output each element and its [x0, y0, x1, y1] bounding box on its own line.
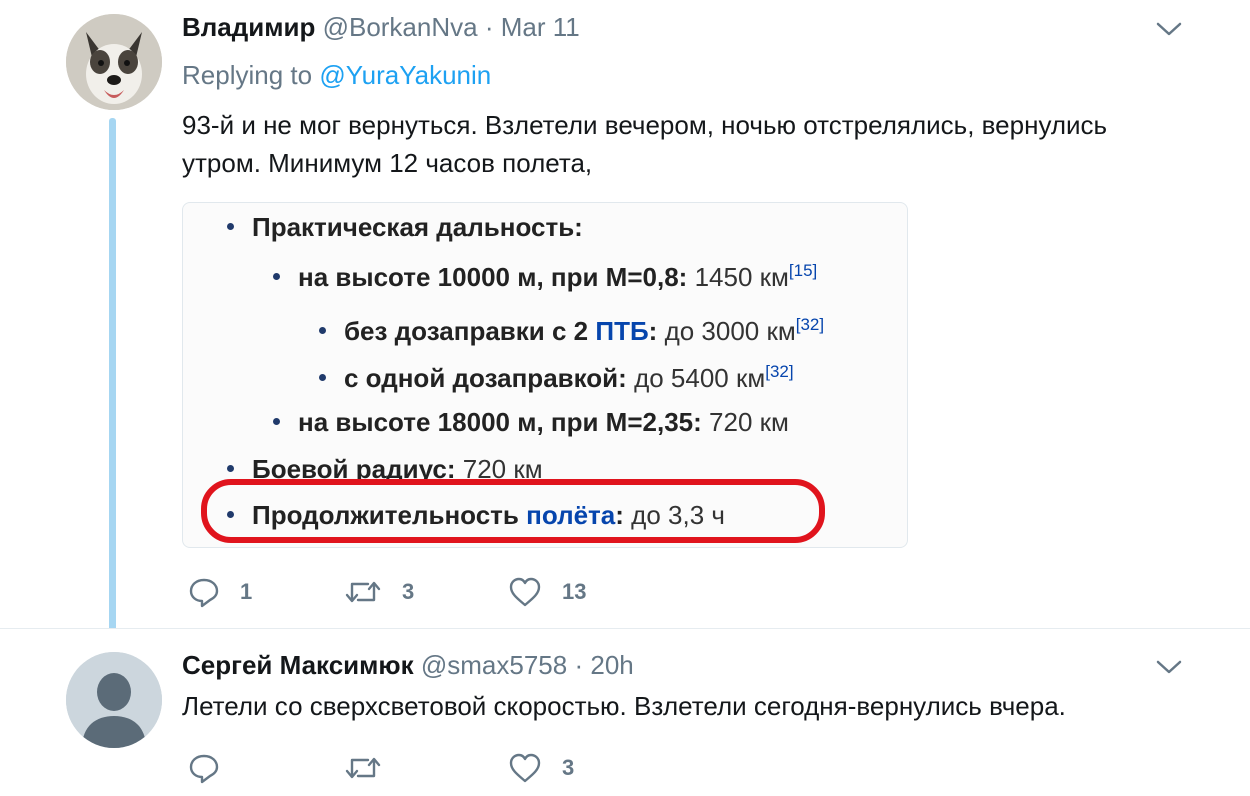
like-count: 3 — [562, 755, 575, 780]
user-handle[interactable]: @smax5758 — [421, 650, 567, 680]
bullet — [319, 326, 326, 334]
tweet-text: Летели со сверхсветовой скоростью. Взлет… — [182, 691, 1066, 721]
default-avatar-icon — [66, 652, 162, 748]
timestamp[interactable]: Mar 11 — [501, 12, 580, 42]
avatar[interactable] — [66, 14, 162, 110]
like-button[interactable]: 13 — [508, 572, 586, 612]
reply-button[interactable] — [188, 748, 240, 788]
retweet-icon — [345, 757, 381, 779]
display-name[interactable]: Владимир — [182, 12, 315, 42]
like-count: 13 — [562, 579, 587, 604]
header-separator: · — [484, 12, 494, 42]
tweet-actions: 1 3 13 — [182, 572, 682, 612]
retweet-button[interactable]: 3 — [344, 572, 414, 612]
heart-icon — [509, 753, 541, 783]
like-button[interactable]: 3 — [508, 748, 574, 788]
spec-line: без дозаправки с 2 ПТБ: до 3000 км[32] — [319, 315, 824, 351]
bullet — [227, 464, 234, 472]
tweet-text: 93-й и не мог вернуться. Взлетели вечеро… — [182, 110, 1108, 178]
spec-line: на высоте 10000 м, при М=0,8: 1450 км[15… — [273, 261, 817, 297]
clipped-line: Боевой радиус: 720 км — [183, 453, 907, 479]
spec-line: на высоте 18000 м, при М=2,35: 720 км — [273, 406, 789, 438]
bullet — [273, 417, 280, 425]
display-name[interactable]: Сергей Максимюк — [182, 650, 414, 680]
tweet[interactable]: Владимир @BorkanNva · Mar 11 Replying to… — [0, 0, 1250, 644]
user-handle[interactable]: @BorkanNva — [323, 12, 478, 42]
header-separator: · — [574, 650, 584, 680]
tweet-header: Владимир @BorkanNva · Mar 11 — [182, 11, 580, 43]
reply-button[interactable]: 1 — [188, 572, 252, 612]
mention-link[interactable]: @YuraYakunin — [319, 60, 491, 90]
retweet-count: 3 — [402, 579, 415, 604]
more-options-button[interactable] — [1154, 14, 1184, 44]
bullet — [273, 272, 280, 280]
spec-line: с одной дозаправкой: до 5400 км[32] — [319, 362, 794, 398]
reply-icon — [189, 578, 219, 608]
bullet — [227, 222, 234, 230]
tweet-header: Сергей Максимюк @smax5758 · 20h — [182, 649, 634, 681]
highlight-outline — [201, 479, 825, 543]
attached-image[interactable]: Практическая дальность: на высоте 10000 … — [182, 202, 908, 548]
retweet-button[interactable] — [344, 748, 402, 788]
chevron-down-icon — [1156, 660, 1182, 674]
dog-avatar-icon — [66, 14, 162, 110]
timestamp[interactable]: 20h — [590, 650, 633, 680]
spec-line: Боевой радиус: 720 км — [227, 453, 543, 479]
tweet-actions: 3 — [182, 748, 682, 788]
spec-line: Практическая дальность: — [227, 211, 583, 243]
bullet — [319, 373, 326, 381]
reply-icon — [189, 754, 219, 784]
replying-to: Replying to @YuraYakunin — [182, 59, 491, 91]
retweet-icon — [345, 581, 381, 603]
avatar[interactable] — [66, 652, 162, 748]
more-options-button[interactable] — [1154, 652, 1184, 682]
chevron-down-icon — [1156, 22, 1182, 36]
reply-count: 1 — [240, 579, 253, 604]
replying-to-label: Replying to — [182, 60, 313, 90]
thread-line — [109, 118, 116, 644]
heart-icon — [509, 577, 541, 607]
